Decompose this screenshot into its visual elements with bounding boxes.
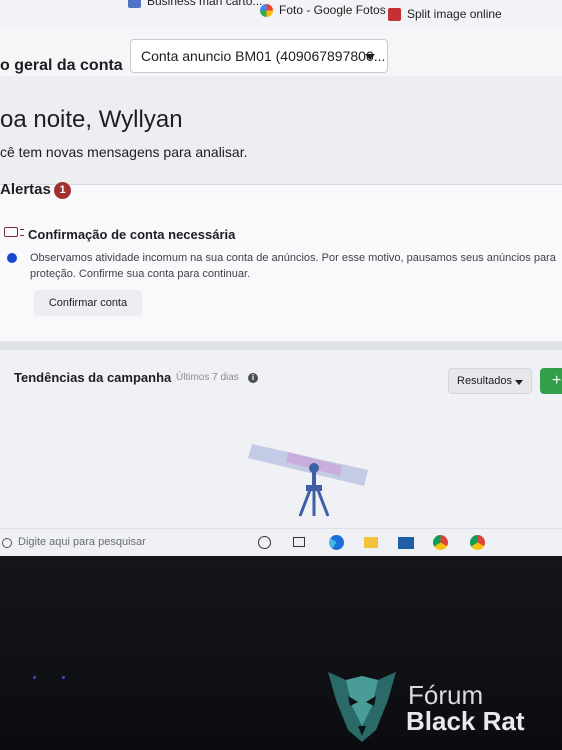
alert-item-message: Observamos atividade incomum na sua cont… [30, 252, 556, 280]
campaign-trends-card: Tendências da campanha Últimos 7 dias i … [0, 350, 562, 528]
bookmark-label: Split image online [407, 7, 502, 21]
monitor-screen: Business man carto... Foto - Google Foto… [0, 0, 562, 556]
bookmark-split-image[interactable]: Split image online [388, 7, 502, 21]
alert-item-title: Confirmação de conta necessária [28, 227, 236, 242]
unread-dot-icon [7, 253, 17, 263]
bookmark-label: Foto - Google Fotos [279, 3, 386, 17]
taskbar-search-input[interactable]: Digite aqui para pesquisar [18, 536, 146, 548]
trends-title: Tendências da campanha [14, 370, 172, 385]
greeting-title: oa noite, Wyllyan [0, 106, 183, 133]
bookmark-business-man[interactable]: Business man carto... [128, 0, 262, 8]
bookmark-label: Business man carto... [147, 0, 263, 8]
google-photos-icon [260, 3, 273, 17]
task-view-icon[interactable] [293, 537, 305, 547]
search-icon[interactable] [2, 538, 12, 548]
info-icon[interactable]: i [248, 373, 258, 383]
section-divider [0, 342, 562, 350]
results-dropdown-value: Resultados [457, 375, 513, 387]
confirm-account-button[interactable]: Confirmar conta [34, 290, 142, 316]
split-image-icon [388, 7, 401, 21]
page-title: o geral da conta [0, 57, 123, 74]
greeting-subtitle: cê tem novas mensagens para analisar. [0, 144, 248, 160]
caret-down-icon [365, 54, 375, 60]
cortana-icon[interactable] [258, 536, 271, 549]
indicator-light [62, 676, 65, 679]
alerts-count-badge: 1 [54, 182, 71, 199]
bookmarks-bar: Business man carto... Foto - Google Foto… [0, 0, 562, 26]
indicator-light [33, 676, 36, 679]
payment-card-icon [4, 227, 24, 237]
alerts-card: Alertas 1 Confirmação de conta necessári… [0, 181, 562, 341]
watermark-blackrat-text: Black Rat [406, 706, 525, 736]
windows-taskbar: Digite aqui para pesquisar [0, 528, 562, 556]
telescope-illustration-icon [248, 444, 368, 517]
account-selector-value: Conta anuncio BM01 (409067897800... [141, 48, 386, 64]
trends-date-range: Últimos 7 dias [176, 372, 239, 383]
file-explorer-icon[interactable] [364, 537, 378, 548]
rat-logo-icon [328, 672, 396, 742]
add-button[interactable]: + [540, 368, 562, 394]
mail-icon[interactable] [398, 537, 414, 549]
results-dropdown[interactable]: Resultados [448, 368, 532, 394]
alerts-title: Alertas [0, 181, 51, 198]
shop-icon [128, 0, 141, 8]
caret-down-icon [515, 380, 523, 385]
chrome-profile-icon[interactable] [470, 535, 485, 550]
edge-browser-icon[interactable] [329, 535, 344, 550]
page-header: o geral da conta Conta anuncio BM01 (409… [0, 26, 562, 76]
bookmark-google-photos[interactable]: Foto - Google Fotos [260, 3, 386, 17]
chrome-icon[interactable] [433, 535, 448, 550]
greeting-section: oa noite, Wyllyan cê tem novas mensagens… [0, 76, 562, 184]
account-selector[interactable]: Conta anuncio BM01 (409067897800... [130, 39, 388, 73]
